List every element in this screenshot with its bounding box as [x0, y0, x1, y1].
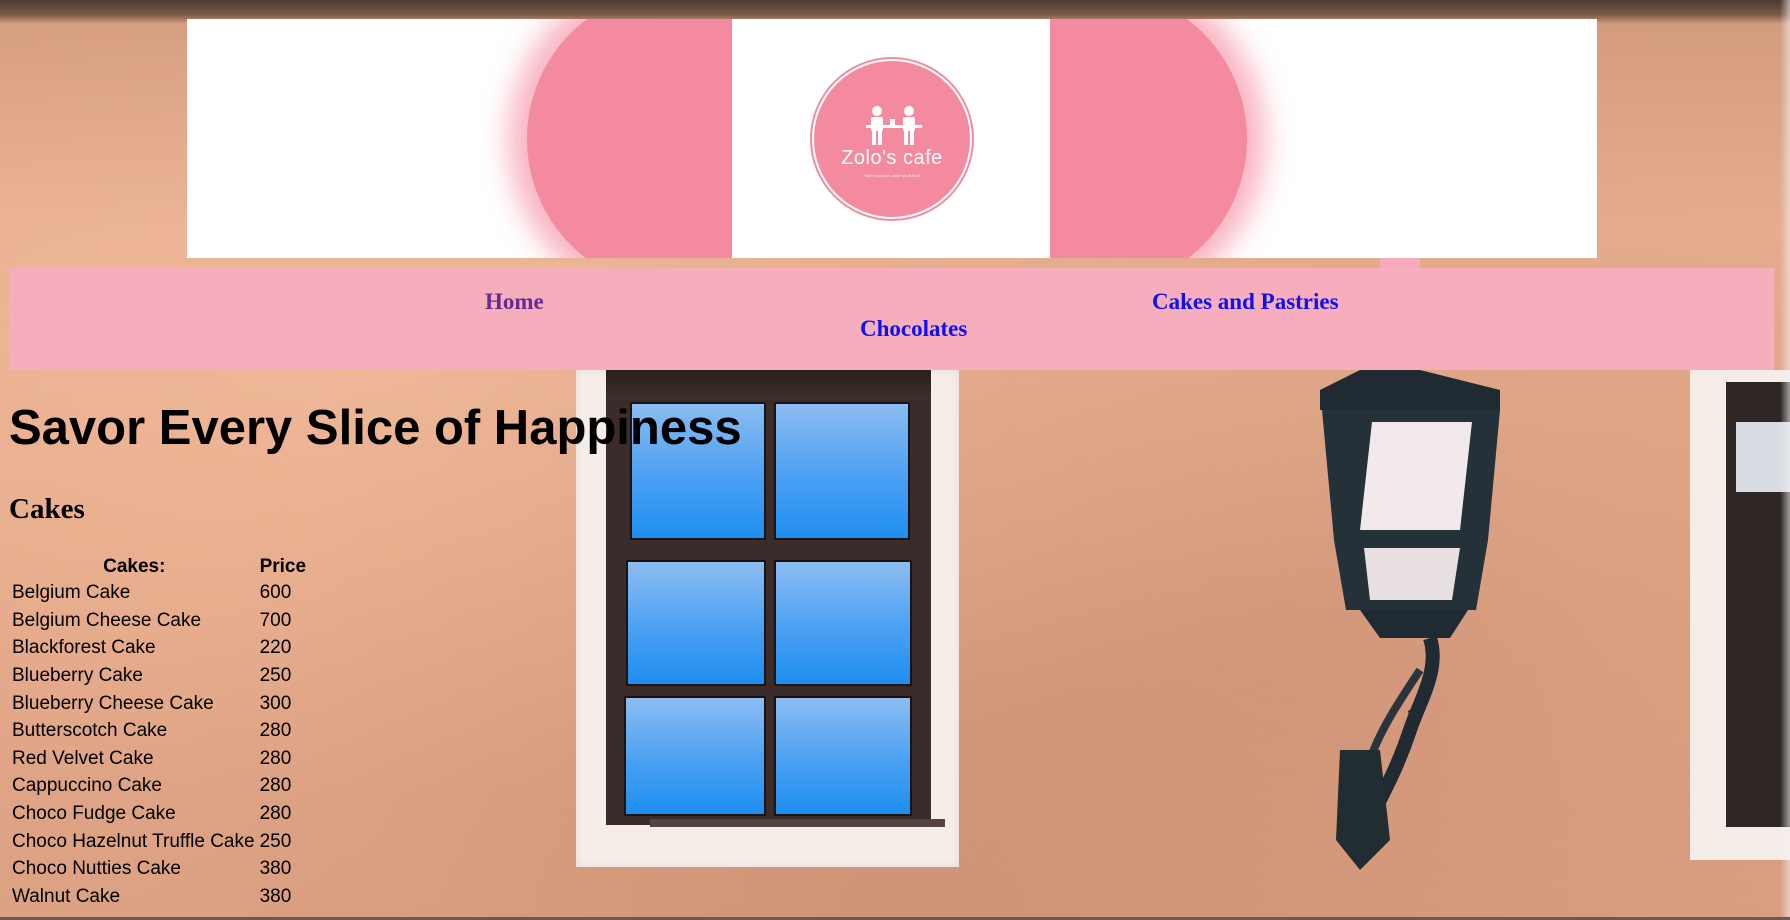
table-row: Red Velvet Cake 280: [12, 747, 306, 772]
table-row: Choco Hazelnut Truffle Cake 250: [12, 829, 306, 854]
cake-name: Blackforest Cake: [12, 637, 156, 659]
cake-price: 600: [259, 582, 292, 604]
cake-price: 220: [259, 637, 292, 659]
background-window-lintel: [606, 370, 931, 400]
cake-price: 380: [259, 885, 292, 907]
people-at-table-icon: [866, 106, 922, 145]
table-row: Blueberry Cake 250: [12, 664, 306, 689]
cake-price: 250: [259, 665, 292, 687]
table-row: Belgium Cake 600: [12, 581, 306, 606]
table-row: Walnut Cake 380: [12, 885, 306, 910]
main-nav: Home Cakes and Pastries Chocolates: [9, 268, 1774, 370]
cake-price: 280: [259, 775, 292, 797]
window-pane: [624, 696, 766, 816]
table-row: Belgium Cheese Cake 700: [12, 609, 306, 634]
page-title: Savor Every Slice of Happiness: [9, 401, 742, 455]
cake-name: Cappuccino Cake: [12, 775, 162, 797]
cake-name: Butterscotch Cake: [12, 720, 168, 742]
cake-name: Blueberry Cake: [12, 665, 143, 687]
cafe-logo: Zolo's cafe Taste you love, smile you'll…: [812, 59, 972, 219]
table-row: Blackforest Cake 220: [12, 636, 306, 661]
page: Zolo's cafe Taste you love, smile you'll…: [0, 0, 1790, 920]
table-row: Choco Fudge Cake 280: [12, 802, 306, 827]
cake-name: Blueberry Cheese Cake: [12, 692, 214, 714]
cake-name: Choco Hazelnut Truffle Cake: [12, 830, 255, 852]
table-row: Butterscotch Cake 280: [12, 719, 306, 744]
column-header-cakes: Cakes:: [103, 556, 166, 577]
header-banner: Zolo's cafe Taste you love, smile you'll…: [187, 19, 1597, 258]
logo-name: Zolo's cafe: [841, 147, 943, 169]
background-right-window: [1690, 370, 1790, 860]
cake-name: Choco Nutties Cake: [12, 858, 181, 880]
nav-link-home[interactable]: Home: [485, 289, 544, 315]
page-scrollbar[interactable]: [1780, 0, 1790, 920]
cake-price: 280: [259, 720, 292, 742]
window-pane: [774, 696, 912, 816]
cake-price: 250: [259, 830, 292, 852]
background-street-lamp: [1320, 370, 1500, 870]
window-pane: [774, 402, 910, 540]
cake-price: 380: [259, 858, 292, 880]
logo-card: Zolo's cafe Taste you love, smile you'll…: [732, 19, 1050, 258]
cake-name: Belgium Cheese Cake: [12, 609, 202, 631]
table-row: Choco Nutties Cake 380: [12, 857, 306, 882]
cake-name: Choco Fudge Cake: [12, 803, 176, 825]
cake-name: Belgium Cake: [12, 582, 131, 604]
table-header-row: Cakes: Price: [12, 556, 306, 578]
table-row: Blueberry Cheese Cake 300: [12, 691, 306, 716]
cake-price: 300: [259, 692, 292, 714]
column-header-price: Price: [259, 556, 307, 577]
cake-price: 280: [259, 803, 292, 825]
window-pane: [774, 560, 912, 686]
section-title-cakes: Cakes: [9, 493, 85, 525]
cake-name: Red Velvet Cake: [12, 747, 154, 769]
cake-price: 700: [259, 609, 292, 631]
table-row: Cappuccino Cake 280: [12, 774, 306, 799]
background-window-sill: [650, 819, 945, 827]
cakes-price-table: Cakes: Price Belgium Cake 600 Belgium Ch…: [9, 553, 309, 912]
cake-price: 280: [259, 747, 292, 769]
logo-tagline: Taste you love, smile you'll find!: [864, 173, 920, 178]
cake-name: Walnut Cake: [12, 885, 121, 907]
nav-link-cakes-and-pastries[interactable]: Cakes and Pastries: [1152, 289, 1339, 315]
window-pane: [626, 560, 766, 686]
nav-link-chocolates[interactable]: Chocolates: [860, 316, 967, 342]
